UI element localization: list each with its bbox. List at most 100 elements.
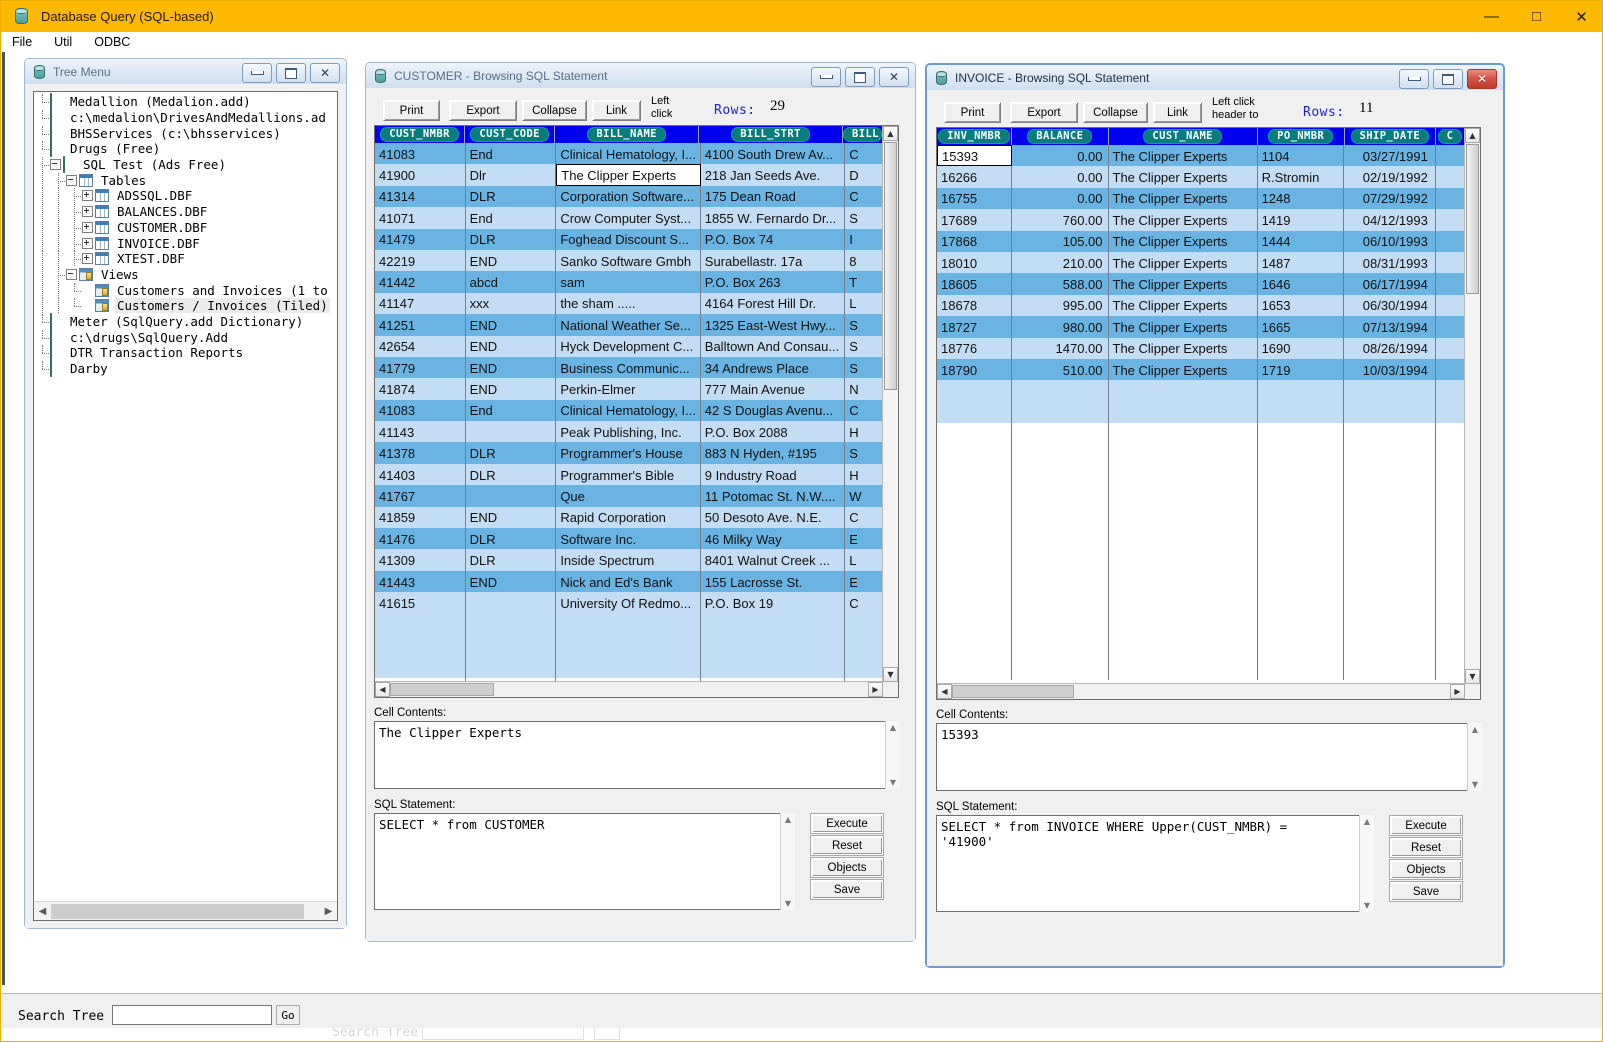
table-cell[interactable]: I bbox=[845, 229, 883, 250]
table-cell[interactable]: Rapid Corporation bbox=[556, 507, 700, 528]
table-cell[interactable]: 41403 bbox=[375, 464, 466, 485]
table-cell[interactable]: 41309 bbox=[375, 549, 466, 570]
table-cell[interactable]: The Clipper Experts bbox=[1109, 166, 1258, 187]
table-row[interactable]: 153930.00The Clipper Experts110403/27/19… bbox=[937, 145, 1465, 166]
invoice-sql-input[interactable]: SELECT * from INVOICE WHERE Upper(CUST_N… bbox=[936, 815, 1373, 912]
tree-minimize-button[interactable] bbox=[242, 63, 272, 83]
table-cell[interactable]: Corporation Software... bbox=[556, 186, 700, 207]
tree-node[interactable]: Drugs (Free) bbox=[34, 141, 337, 157]
table-cell[interactable]: 41900 bbox=[375, 164, 466, 185]
table-cell[interactable]: 17689 bbox=[937, 209, 1012, 230]
table-row[interactable]: 41309DLRInside Spectrum8401 Walnut Creek… bbox=[375, 549, 883, 570]
hscroll-thumb[interactable] bbox=[952, 685, 1074, 698]
table-cell[interactable]: DLR bbox=[466, 464, 557, 485]
column-header[interactable]: INV_NMBR bbox=[937, 128, 1012, 145]
table-cell[interactable]: S bbox=[845, 207, 883, 228]
table-row[interactable]: 41874ENDPerkin-Elmer777 Main AvenueN bbox=[375, 378, 883, 399]
close-icon[interactable]: ✕ bbox=[1559, 1, 1603, 32]
table-cell[interactable]: 1665 bbox=[1258, 316, 1345, 337]
table-cell[interactable]: 4164 Forest Hill Dr. bbox=[701, 293, 845, 314]
grid-horizontal-scrollbar[interactable]: ◀▶ bbox=[375, 681, 883, 697]
table-cell[interactable]: C bbox=[845, 592, 883, 613]
table-cell[interactable]: sam bbox=[556, 271, 700, 292]
invoice-sql-scrollbar[interactable]: ▲ ▼ bbox=[1359, 815, 1374, 912]
table-cell[interactable]: 510.00 bbox=[1012, 359, 1108, 380]
invoice-window-titlebar[interactable]: INVOICE - Browsing SQL Statement ✕ bbox=[927, 65, 1503, 90]
invoice-minimize-button[interactable] bbox=[1399, 69, 1429, 89]
objects-button[interactable]: Objects bbox=[1390, 860, 1462, 879]
table-row[interactable]: 167550.00The Clipper Experts124807/29/19… bbox=[937, 188, 1465, 209]
table-cell[interactable]: 8401 Walnut Creek ... bbox=[701, 549, 845, 570]
tree-node[interactable]: c:\drugs\SqlQuery.Add bbox=[34, 329, 337, 345]
table-row[interactable]: 41442abcdsamP.O. Box 263T bbox=[375, 271, 883, 292]
table-row[interactable]: 41779ENDBusiness Communic...34 Andrews P… bbox=[375, 357, 883, 378]
invoice-restore-button[interactable] bbox=[1433, 69, 1463, 89]
column-header[interactable]: SHIP_DATE bbox=[1345, 128, 1437, 145]
collapse-button[interactable]: Collapse bbox=[522, 100, 587, 121]
hscroll-track[interactable] bbox=[390, 682, 868, 697]
grid-vertical-scrollbar[interactable]: ▲▼ bbox=[1464, 128, 1480, 684]
table-cell[interactable]: DLR bbox=[466, 229, 557, 250]
table-cell[interactable]: 1325 East-West Hwy... bbox=[701, 314, 845, 335]
table-cell[interactable]: 46 Milky Way bbox=[701, 528, 845, 549]
table-cell[interactable]: 4100 South Drew Av... bbox=[701, 143, 845, 164]
table-cell[interactable]: 41476 bbox=[375, 528, 466, 549]
table-cell[interactable]: Nick and Ed's Bank bbox=[556, 571, 700, 592]
table-cell[interactable]: 1470.00 bbox=[1012, 338, 1108, 359]
column-header[interactable]: CUST_NMBR bbox=[375, 126, 465, 143]
table-cell[interactable]: xxx bbox=[466, 293, 557, 314]
table-row[interactable]: 41378DLRProgrammer's House883 N Hyden, #… bbox=[375, 442, 883, 463]
table-cell[interactable]: 218 Jan Seeds Ave. bbox=[701, 164, 845, 185]
invoice-cell-contents-scrollbar[interactable]: ▲ ▼ bbox=[1467, 723, 1482, 791]
reset-button[interactable]: Reset bbox=[1390, 838, 1462, 857]
table-cell[interactable]: The Clipper Experts bbox=[1109, 188, 1258, 209]
table-cell[interactable]: Sanko Software Gmbh bbox=[556, 250, 700, 271]
scroll-right-icon[interactable]: ▶ bbox=[868, 682, 883, 697]
customer-window-titlebar[interactable]: CUSTOMER - Browsing SQL Statement ✕ bbox=[366, 63, 915, 88]
table-cell[interactable]: 41443 bbox=[375, 571, 466, 592]
table-cell[interactable]: 41143 bbox=[375, 421, 466, 442]
table-row[interactable]: 18790510.00The Clipper Experts171910/03/… bbox=[937, 359, 1465, 380]
table-cell[interactable]: 995.00 bbox=[1012, 295, 1108, 316]
table-cell[interactable]: The Clipper Experts bbox=[1109, 316, 1258, 337]
tree-node[interactable]: ADSSQL.DBF bbox=[34, 188, 337, 204]
table-cell[interactable]: 41314 bbox=[375, 186, 466, 207]
tree-node[interactable]: DTR Transaction Reports bbox=[34, 345, 337, 361]
reset-button[interactable]: Reset bbox=[811, 836, 883, 855]
table-cell[interactable]: 0.00 bbox=[1012, 145, 1108, 166]
table-cell[interactable]: 17868 bbox=[937, 231, 1012, 252]
scroll-down-icon[interactable]: ▼ bbox=[1468, 778, 1482, 791]
hscroll-thumb[interactable] bbox=[390, 683, 494, 696]
column-header[interactable]: BILL_NAME bbox=[555, 126, 699, 143]
tree-node[interactable]: BALANCES.DBF bbox=[34, 204, 337, 220]
table-cell[interactable]: The Clipper Experts bbox=[1109, 231, 1258, 252]
table-cell[interactable]: DLR bbox=[466, 186, 557, 207]
table-cell[interactable]: The Clipper Experts bbox=[1109, 295, 1258, 316]
table-cell[interactable]: 155 Lacrosse St. bbox=[701, 571, 845, 592]
table-cell[interactable]: L bbox=[845, 293, 883, 314]
table-row[interactable]: 41143Peak Publishing, Inc.P.O. Box 2088H bbox=[375, 421, 883, 442]
table-row[interactable]: 41147xxxthe sham .....4164 Forest Hill D… bbox=[375, 293, 883, 314]
table-cell[interactable]: 0.00 bbox=[1012, 188, 1108, 209]
tree-expand-toggle[interactable] bbox=[82, 206, 93, 217]
scroll-up-icon[interactable]: ▲ bbox=[886, 721, 900, 734]
table-cell[interactable]: National Weather Se... bbox=[556, 314, 700, 335]
table-cell[interactable]: 41251 bbox=[375, 314, 466, 335]
table-cell[interactable]: 03/27/1991 bbox=[1344, 145, 1436, 166]
table-cell[interactable]: P.O. Box 19 bbox=[701, 592, 845, 613]
table-cell[interactable]: Surabellastr. 17a bbox=[701, 250, 845, 271]
table-cell[interactable]: Programmer's Bible bbox=[556, 464, 700, 485]
scroll-up-icon[interactable]: ▲ bbox=[883, 126, 898, 141]
table-cell[interactable]: 42654 bbox=[375, 336, 466, 357]
table-cell[interactable] bbox=[1436, 209, 1465, 230]
table-cell[interactable]: END bbox=[466, 571, 557, 592]
table-cell[interactable]: 15393 bbox=[937, 145, 1012, 166]
tree-node[interactable]: BHSServices (c:\bhsservices) bbox=[34, 125, 337, 141]
table-cell[interactable]: 1104 bbox=[1258, 145, 1345, 166]
export-button[interactable]: Export bbox=[449, 100, 517, 121]
scroll-down-icon[interactable]: ▼ bbox=[886, 776, 900, 789]
table-cell[interactable]: 34 Andrews Place bbox=[701, 357, 845, 378]
customer-close-button[interactable]: ✕ bbox=[879, 67, 909, 87]
table-cell[interactable]: The Clipper Experts bbox=[1109, 359, 1258, 380]
table-cell[interactable]: Foghead Discount S... bbox=[556, 229, 700, 250]
